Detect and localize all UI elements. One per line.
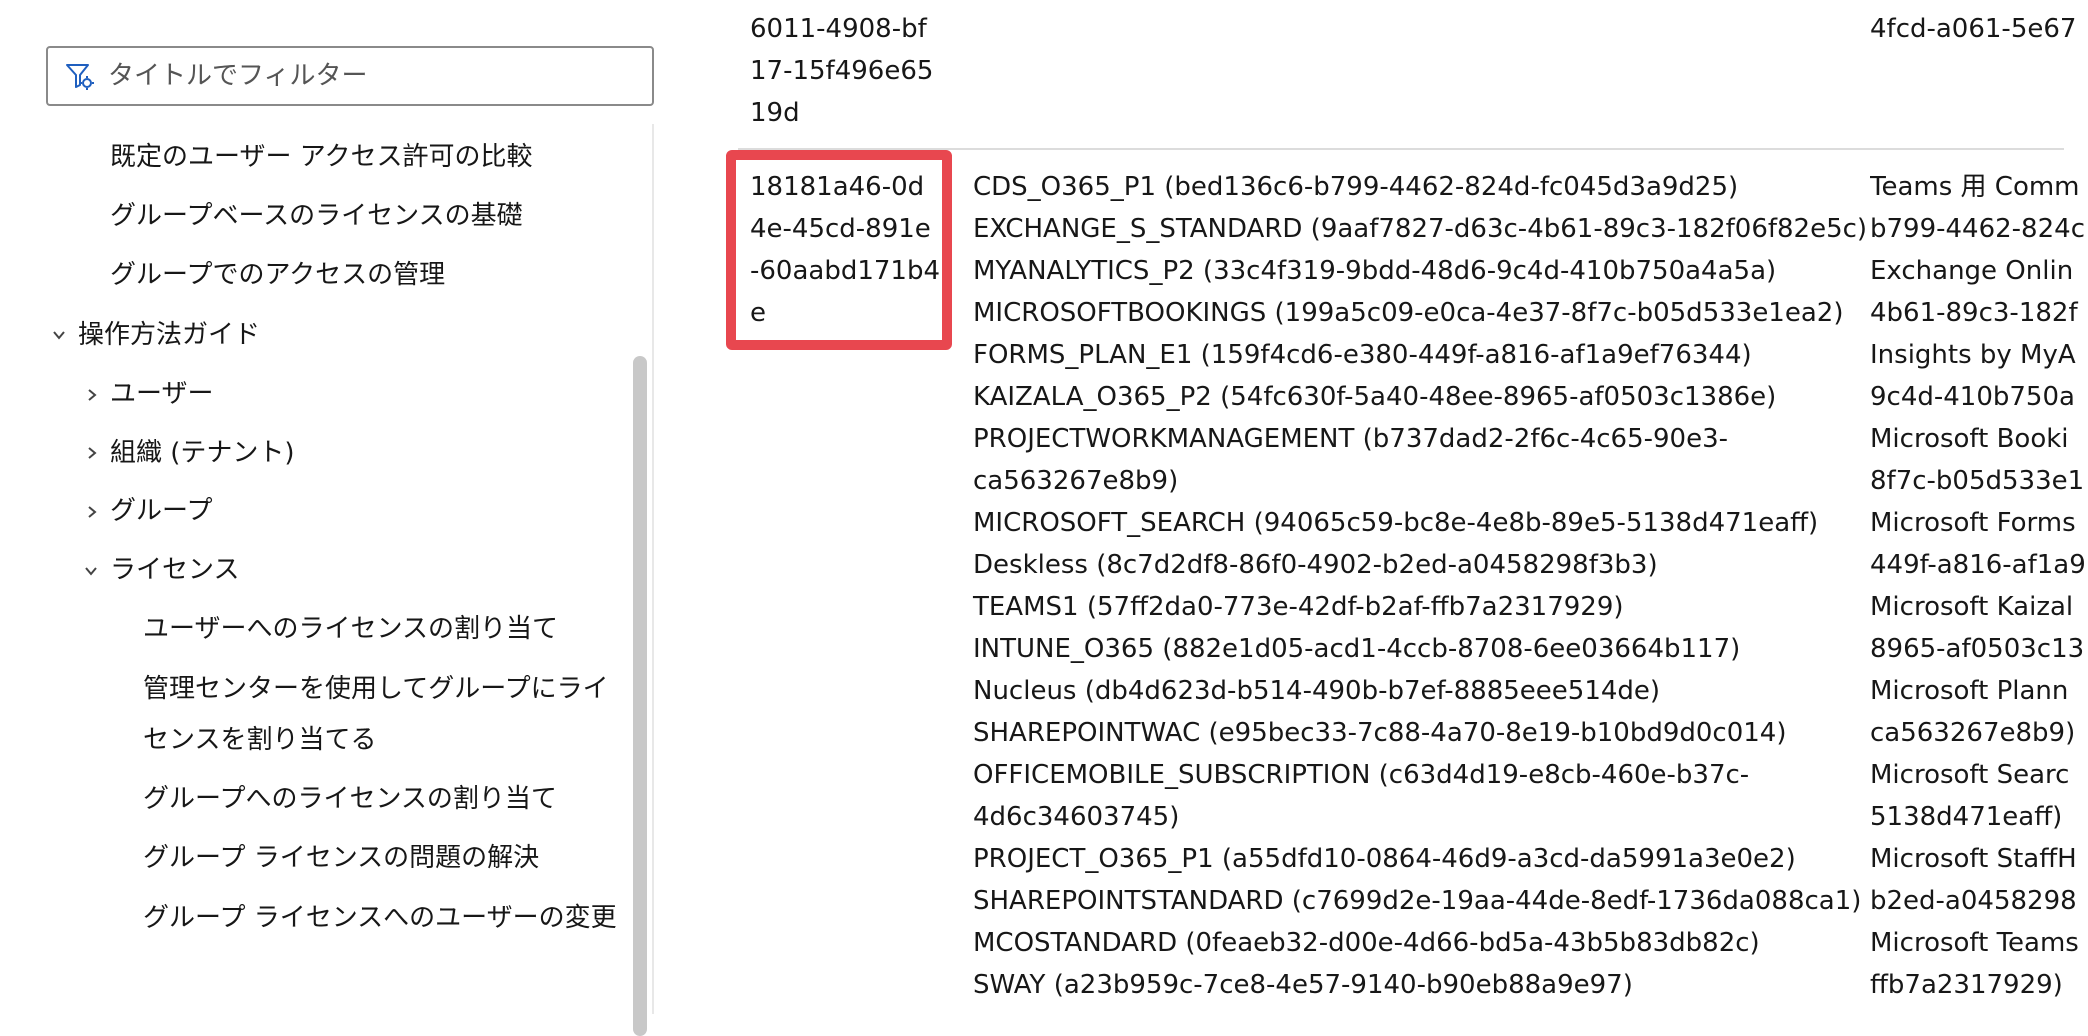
friendly-name-line: Microsoft Booki <box>1870 424 2069 454</box>
service-plan-line: INTUNE_O365 (882e1d05-acd1-4ccb-8708-6ee… <box>973 634 1741 664</box>
toc-item[interactable]: ユーザーへのライセンスの割り当て <box>143 604 558 655</box>
friendly-name-line: Microsoft Searc <box>1870 760 2070 790</box>
toc-item[interactable]: 既定のユーザー アクセス許可の比較 <box>110 132 532 183</box>
friendly-name-line: 8f7c-b05d533e1 <box>1870 466 2085 496</box>
chevron-right-icon[interactable] <box>85 388 99 402</box>
toc-item-users[interactable]: ユーザー <box>110 369 213 420</box>
friendly-name-line: Insights by MyA <box>1870 340 2076 370</box>
friendly-name-line: Teams 用 Comm <box>1870 172 2080 202</box>
toc-item-how-to-guides[interactable]: 操作方法ガイド <box>78 310 260 361</box>
friendly-name-line: 8965-af0503c13 <box>1870 634 2085 664</box>
friendly-name-line: Microsoft Plann <box>1870 676 2069 706</box>
toc-item-organization[interactable]: 組織 (テナント) <box>110 428 295 479</box>
previous-row-friendly-fragment: 4fcd-a061-5e67 <box>1870 14 2077 44</box>
sidebar-divider <box>652 124 654 1014</box>
service-plan-line: MICROSOFTBOOKINGS (199a5c09-e0ca-4e37-8f… <box>973 298 1844 328</box>
friendly-names-cell: Teams 用 Comm b799-4462-824c Exchange Onl… <box>1870 166 2088 1006</box>
toc-item[interactable]: グループへのライセンスの割り当て <box>143 774 557 825</box>
friendly-name-line: b799-4462-824c <box>1870 214 2085 244</box>
table-of-contents: 既定のユーザー アクセス許可の比較 グループベースのライセンスの基礎 グループで… <box>0 124 620 1014</box>
service-plans-cell: CDS_O365_P1 (bed136c6-b799-4462-824d-fc0… <box>973 166 1868 1006</box>
service-plan-line: Deskless (8c7d2df8-86f0-4902-b2ed-a04582… <box>973 550 1658 580</box>
friendly-name-line: Microsoft Kaizal <box>1870 592 2074 622</box>
chevron-right-icon[interactable] <box>85 505 99 519</box>
friendly-name-line: Microsoft Forms <box>1870 508 2076 538</box>
service-plan-line: OFFICEMOBILE_SUBSCRIPTION (c63d4d19-e8cb… <box>973 760 1750 790</box>
toc-item[interactable]: グループ ライセンスへのユーザーの変更 <box>143 893 620 944</box>
chevron-down-icon[interactable] <box>52 328 66 342</box>
service-plan-line: CDS_O365_P1 (bed136c6-b799-4462-824d-fc0… <box>973 172 1739 202</box>
service-plan-line: TEAMS1 (57ff2da0-773e-42df-b2af-ffb7a231… <box>973 592 1624 622</box>
friendly-name-line: b2ed-a0458298 <box>1870 886 2077 916</box>
sidebar-scrollbar-thumb[interactable] <box>633 356 647 1036</box>
friendly-name-line: 9c4d-410b750a <box>1870 382 2075 412</box>
service-plan-line: MYANALYTICS_P2 (33c4f319-9bdd-48d6-9c4d-… <box>973 256 1777 286</box>
chevron-down-icon[interactable] <box>84 564 98 578</box>
service-plan-line: MCOSTANDARD (0feaeb32-d00e-4d66-bd5a-43b… <box>973 928 1760 958</box>
friendly-name-line: ffb7a2317929) <box>1870 970 2063 1000</box>
service-plan-line: SWAY (a23b959c-7ce8-4e57-9140-b90eb88a9e… <box>973 970 1633 1000</box>
friendly-name-line: 449f-a816-af1a9 <box>1870 550 2086 580</box>
previous-row-guid: 6011-4908-bf17-15f496e6519d <box>750 14 934 128</box>
toc-item[interactable]: 管理センターを使用してグループにライセンスを割り当てる <box>143 664 620 766</box>
service-plan-line: FORMS_PLAN_E1 (159f4cd6-e380-449f-a816-a… <box>973 340 1752 370</box>
friendly-name-line: Microsoft StaffH <box>1870 844 2077 874</box>
filter-by-title-input-box[interactable] <box>46 46 654 106</box>
toc-item[interactable]: グループ ライセンスの問題の解決 <box>143 833 539 884</box>
friendly-name-line: Microsoft Teams <box>1870 928 2079 958</box>
service-plan-line: MICROSOFT_SEARCH (94065c59-bc8e-4e8b-89e… <box>973 508 1819 538</box>
service-plan-line: PROJECTWORKMANAGEMENT (b737dad2-2f6c-4c6… <box>973 424 1729 454</box>
service-plan-line: 4d6c34603745) <box>973 802 1180 832</box>
friendly-name-line: 4b61-89c3-182f <box>1870 298 2078 328</box>
toc-item-licenses[interactable]: ライセンス <box>110 545 239 596</box>
service-plan-line: ca563267e8b9) <box>973 466 1179 496</box>
friendly-name-line: 5138d471eaff) <box>1870 802 2063 832</box>
chevron-right-icon[interactable] <box>85 446 99 460</box>
service-plan-line: EXCHANGE_S_STANDARD (9aaf7827-d63c-4b61-… <box>973 214 1868 244</box>
service-plan-line: SHAREPOINTWAC (e95bec33-7c88-4a70-8e19-b… <box>973 718 1787 748</box>
service-plan-line: SHAREPOINTSTANDARD (c7699d2e-19aa-44de-8… <box>973 886 1862 916</box>
toc-item[interactable]: グループでのアクセスの管理 <box>110 250 445 301</box>
highlight-box <box>726 150 952 350</box>
toc-item-groups[interactable]: グループ <box>110 486 212 537</box>
service-plan-line: PROJECT_O365_P1 (a55dfd10-0864-46d9-a3cd… <box>973 844 1796 874</box>
service-plan-line: Nucleus (db4d623d-b514-490b-b7ef-8885eee… <box>973 676 1661 706</box>
friendly-name-line: ca563267e8b9) <box>1870 718 2076 748</box>
service-plan-line: KAIZALA_O365_P2 (54fc630f-5a40-48ee-8965… <box>973 382 1777 412</box>
filter-input[interactable] <box>106 60 630 92</box>
friendly-name-line: Exchange Onlin <box>1870 256 2074 286</box>
toc-item[interactable]: グループベースのライセンスの基礎 <box>110 191 523 242</box>
filter-settings-icon <box>66 64 94 90</box>
